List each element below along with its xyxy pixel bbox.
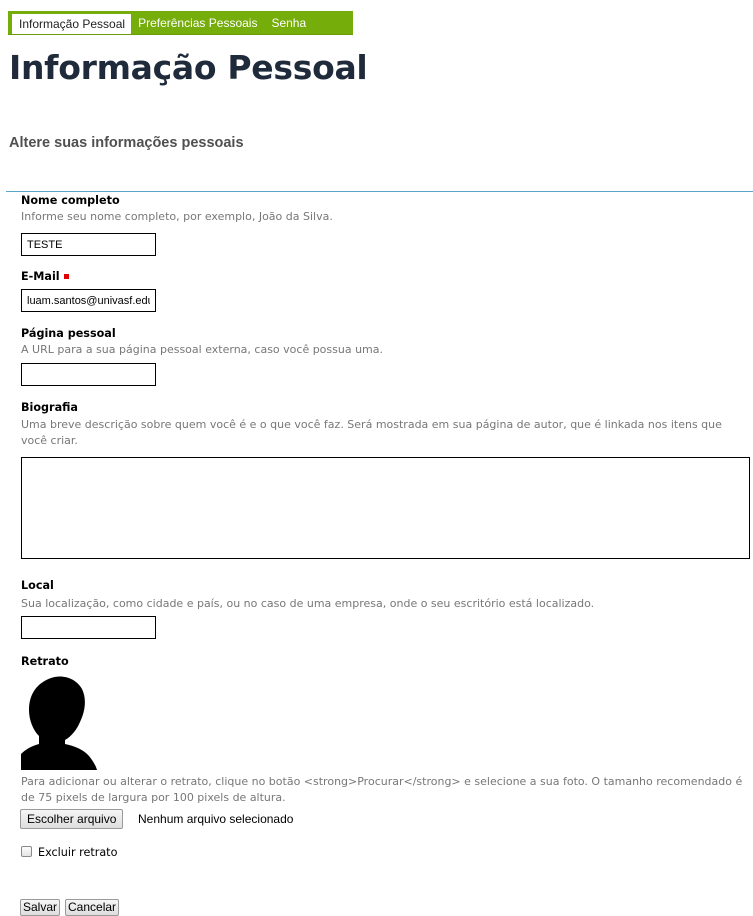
fullname-input[interactable] <box>21 233 156 256</box>
fullname-help: Informe seu nome completo, por exemplo, … <box>21 210 333 223</box>
page-title: Informação Pessoal <box>9 48 368 87</box>
location-help: Sua localização, como cidade e país, ou … <box>21 597 595 610</box>
portrait-label: Retrato <box>21 655 69 668</box>
email-label: E-Mail <box>21 270 69 283</box>
bio-textarea[interactable] <box>21 457 750 559</box>
default-portrait-silhouette-icon <box>21 676 97 770</box>
tab-senha[interactable]: Senha <box>264 11 313 34</box>
email-label-text: E-Mail <box>21 270 60 283</box>
fullname-label: Nome completo <box>21 194 120 207</box>
file-status-text: Nenhum arquivo selecionado <box>138 812 294 826</box>
tab-bar: Informação Pessoal Preferências Pessoais… <box>8 11 353 35</box>
location-label: Local <box>21 579 54 592</box>
delete-portrait-label[interactable]: Excluir retrato <box>38 846 117 859</box>
save-button[interactable]: Salvar <box>20 899 61 916</box>
homepage-label: Página pessoal <box>21 327 116 340</box>
page-subtitle: Altere suas informações pessoais <box>9 135 244 151</box>
homepage-input[interactable] <box>21 363 156 386</box>
tab-preferencias-pessoais[interactable]: Preferências Pessoais <box>131 11 264 34</box>
required-marker-icon <box>63 273 69 279</box>
cancel-button[interactable]: Cancelar <box>65 899 120 916</box>
choose-file-button[interactable]: Escolher arquivo <box>20 809 124 829</box>
tab-informacao-pessoal[interactable]: Informação Pessoal <box>12 14 132 34</box>
location-input[interactable] <box>21 616 156 639</box>
form-divider <box>6 191 753 192</box>
bio-help: Uma breve descrição sobre quem você é e … <box>21 418 722 447</box>
bio-label: Biografia <box>21 401 78 414</box>
portrait-help: Para adicionar ou alterar o retrato, cli… <box>21 775 743 804</box>
homepage-help: A URL para a sua página pessoal externa,… <box>21 343 384 356</box>
email-input[interactable] <box>21 289 156 312</box>
delete-portrait-checkbox[interactable] <box>21 846 32 857</box>
